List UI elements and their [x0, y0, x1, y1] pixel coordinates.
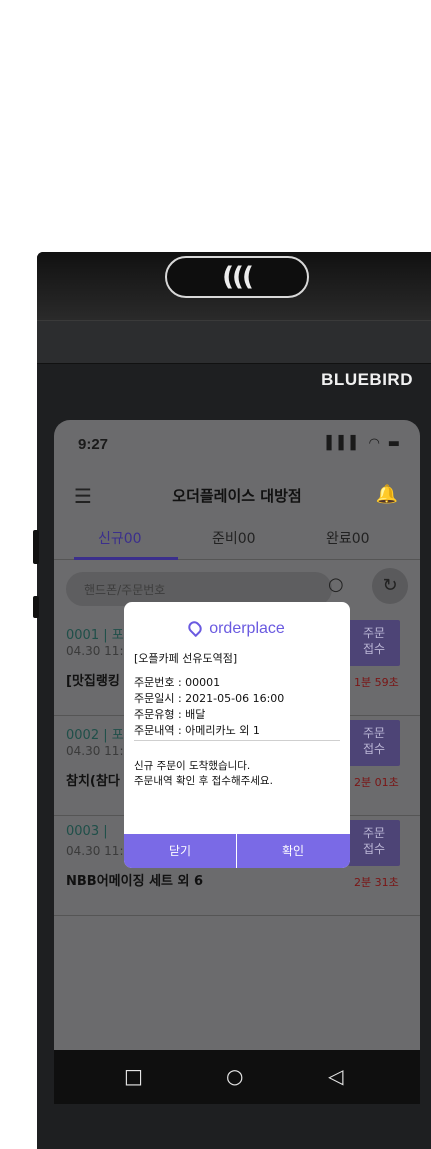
status-icons: ▌▌▌ ◠ ▬ — [326, 436, 402, 451]
dialog-buttons: 닫기 확인 — [124, 834, 350, 868]
tab-completed[interactable]: 완료00 — [326, 528, 370, 548]
search-input[interactable]: 핸드폰/주문번호 — [66, 572, 332, 606]
nfc-symbol: ((( — [222, 262, 254, 292]
device-brand: BLUEBIRD — [321, 370, 413, 389]
accept-order-button[interactable]: 주문 접수 — [348, 620, 400, 666]
app-title: 오더플레이스 대방점 — [172, 487, 302, 505]
home-button[interactable]: ○ — [226, 1064, 243, 1088]
bell-icon[interactable]: 🔔 — [376, 484, 398, 505]
new-order-dialog: orderplace [오플카페 선유도역점] 주문번호 : 00001 주문일… — [124, 602, 350, 868]
order-timer: 1분 59초 — [354, 676, 399, 689]
logo-text: orderplace — [209, 620, 285, 637]
paper-slot — [37, 320, 431, 364]
app-bar: ☰ 오더플레이스 대방점 🔔 — [54, 474, 420, 520]
accept-order-button[interactable]: 주문 접수 — [348, 720, 400, 766]
device-bottom — [37, 1104, 431, 1149]
close-button[interactable]: 닫기 — [124, 834, 236, 868]
recent-apps-button[interactable]: □ — [124, 1064, 143, 1088]
order-type-line: 주문유형 : 배달 — [134, 708, 206, 721]
orderplace-logo: orderplace — [124, 618, 350, 638]
order-number-line: 주문번호 : 00001 — [134, 676, 221, 689]
nfc-reader-icon: ((( — [165, 256, 309, 298]
order-number: 0003 | — [66, 824, 108, 839]
search-icon[interactable]: ○ — [328, 574, 344, 595]
back-button[interactable]: ◁ — [328, 1064, 343, 1088]
order-name: NBB어메이징 세트 외 6 — [66, 874, 204, 889]
order-name: [맛집랭킹 — [66, 674, 120, 689]
order-datetime-line: 주문일시 : 2021-05-06 16:00 — [134, 692, 285, 705]
order-tabs: 신규00 준비00 완료00 — [54, 520, 420, 560]
order-number: 0002 | 포 — [66, 728, 124, 743]
search-placeholder: 핸드폰/주문번호 — [84, 583, 166, 597]
order-timer: 2분 31초 — [354, 876, 399, 889]
dialog-message-2: 주문내역 확인 후 접수해주세요. — [134, 775, 273, 787]
order-date: 04.30 11:0 — [66, 644, 132, 658]
tab-preparing[interactable]: 준비00 — [212, 528, 256, 548]
status-time: 9:27 — [78, 436, 109, 453]
orderplace-logo-icon — [185, 618, 205, 638]
dialog-message-1: 신규 주문이 도착했습니다. — [134, 760, 251, 772]
side-button-top[interactable] — [33, 530, 39, 564]
order-timer: 2분 01초 — [354, 776, 399, 789]
order-date: 04.30 11:1 — [66, 744, 132, 758]
refresh-icon[interactable]: ↻ — [372, 568, 408, 604]
status-bar: 9:27 ▌▌▌ ◠ ▬ — [54, 420, 420, 474]
order-number: 0001 | 포 — [66, 628, 124, 643]
dialog-divider — [134, 740, 340, 741]
active-tab-indicator — [74, 557, 178, 560]
order-date: 04.30 11:2 — [66, 844, 132, 858]
tab-new[interactable]: 신규00 — [98, 528, 142, 548]
printer-head: ((( — [37, 252, 431, 320]
order-name: 참치(참다 — [66, 774, 120, 789]
order-items-line: 주문내역 : 아메리카노 외 1 — [134, 724, 260, 737]
accept-order-button[interactable]: 주문 접수 — [348, 820, 400, 866]
side-button-bottom[interactable] — [33, 596, 39, 618]
confirm-button[interactable]: 확인 — [237, 834, 349, 868]
system-nav-bar: □ ○ ◁ — [54, 1050, 420, 1104]
store-name: [오플카페 선유도역점] — [134, 652, 238, 665]
